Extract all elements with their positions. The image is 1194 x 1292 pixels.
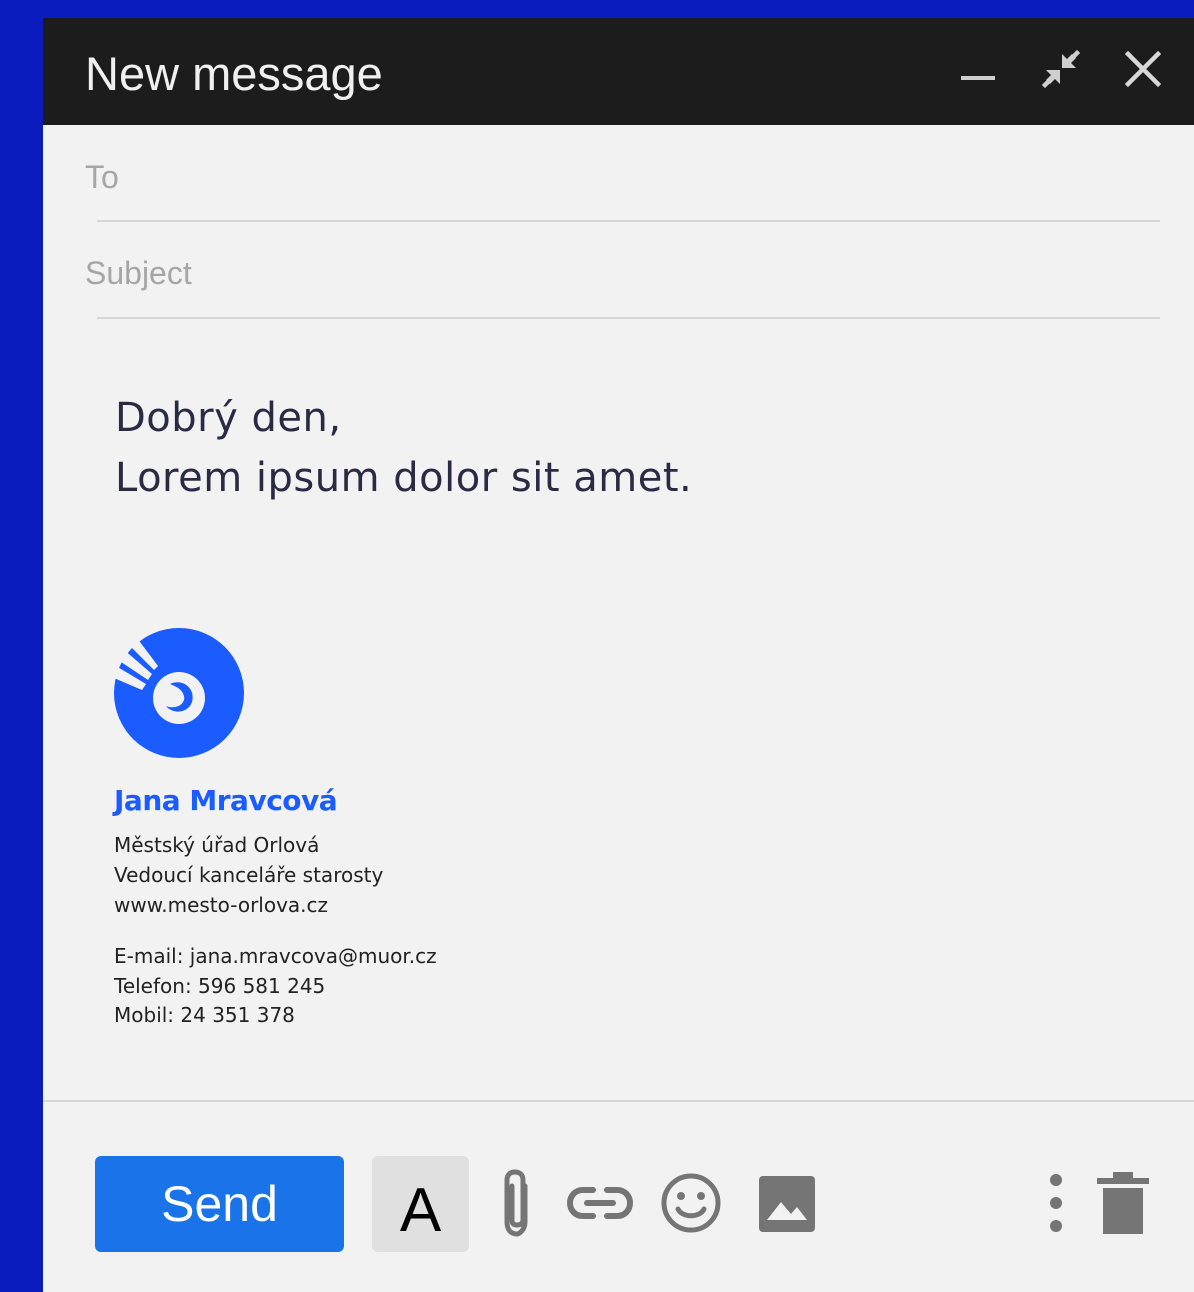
exit-fullscreen-button[interactable]: [1035, 43, 1087, 95]
close-button[interactable]: [1117, 43, 1169, 95]
trash-icon[interactable]: [1095, 1172, 1151, 1234]
signature-line: Vedoucí kanceláře starosty: [114, 863, 384, 887]
message-body[interactable]: Dobrý den, Lorem ipsum dolor sit amet.: [115, 388, 692, 508]
minimize-icon: [961, 76, 995, 80]
signature-email: E-mail: jana.mravcova@muor.cz: [114, 944, 437, 968]
body-line: Lorem ipsum dolor sit amet.: [115, 455, 693, 501]
signature-website[interactable]: www.mesto-orlova.cz: [114, 890, 383, 920]
more-options-icon[interactable]: [1041, 1172, 1071, 1234]
signature-mobile: Mobil: 24 351 378: [114, 1003, 295, 1027]
title-bar: New message: [43, 18, 1194, 125]
formatting-button[interactable]: A: [372, 1156, 469, 1252]
to-divider: [97, 220, 1160, 222]
emoji-icon[interactable]: [660, 1172, 722, 1234]
compose-window: New message To Subject Dobrý den, Lorem …: [43, 18, 1194, 1292]
subject-divider: [97, 317, 1160, 319]
close-icon: [1124, 50, 1162, 88]
attach-icon[interactable]: [495, 1168, 539, 1240]
body-line: Dobrý den,: [115, 395, 342, 441]
to-field[interactable]: To: [85, 157, 119, 197]
signature-phone: Telefon: 596 581 245: [114, 973, 326, 998]
footer-divider: [43, 1100, 1194, 1102]
minimize-button[interactable]: [953, 43, 1005, 95]
signature-contact: E-mail: jana.mravcova@muor.cz Telefon: 5…: [114, 942, 437, 1031]
signature-details: Městský úřad Orlová Vedoucí kanceláře st…: [114, 830, 383, 920]
signature-name: Jana Mravcová: [114, 784, 338, 817]
exit-fullscreen-icon: [1041, 49, 1081, 89]
window-title: New message: [85, 47, 383, 100]
send-button[interactable]: Send: [95, 1156, 344, 1252]
subject-field[interactable]: Subject: [85, 253, 192, 293]
orlova-logo-icon: [114, 628, 244, 758]
signature-line: Městský úřad Orlová: [114, 833, 320, 857]
photo-icon[interactable]: [757, 1174, 817, 1234]
link-icon[interactable]: [567, 1178, 633, 1228]
